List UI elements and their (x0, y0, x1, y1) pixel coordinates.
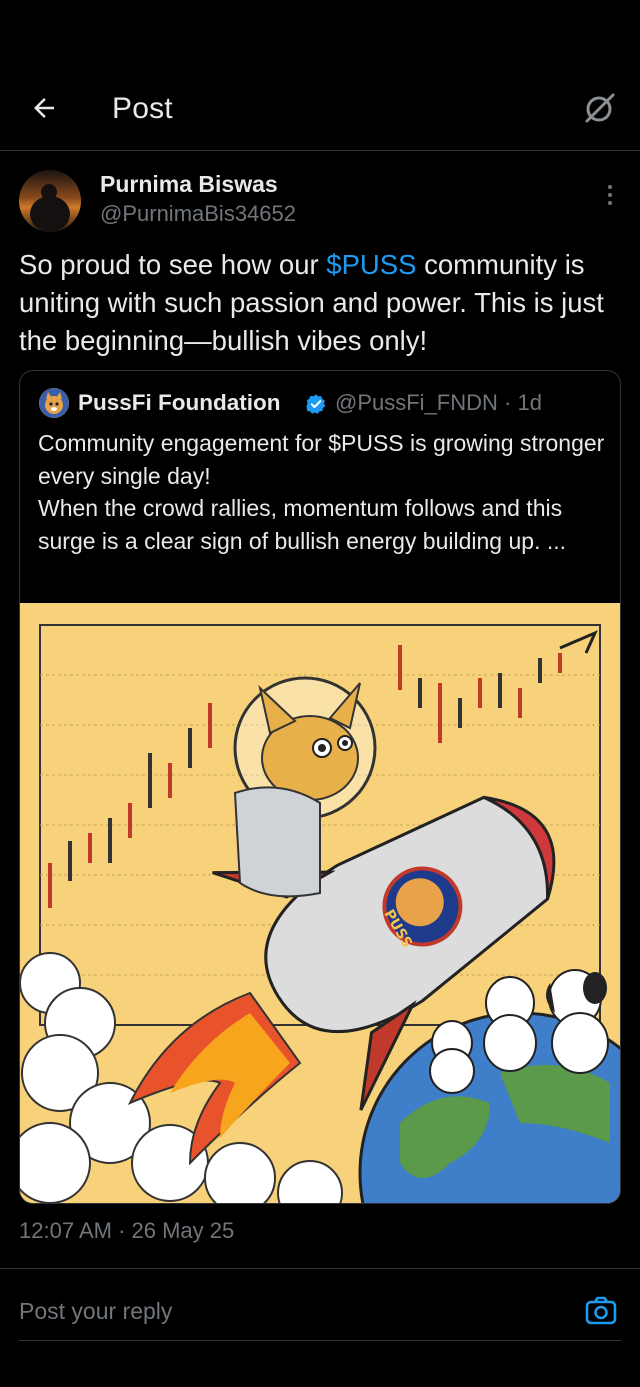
header-divider (0, 150, 640, 151)
post-detail-screen: Post Purnima Biswas @PurnimaBis34652 So … (0, 0, 640, 1387)
quoted-author-avatar (39, 388, 69, 418)
verified-badge-icon (306, 394, 326, 414)
author-handle[interactable]: @PurnimaBis34652 (100, 201, 296, 227)
quoted-post-text: Community engagement for $PUSS is growin… (38, 427, 608, 557)
more-dot-icon (608, 185, 612, 189)
author-name[interactable]: Purnima Biswas (100, 171, 278, 198)
arrow-left-icon (34, 98, 54, 118)
grok-icon (585, 93, 615, 123)
cat-avatar-icon (39, 388, 69, 418)
more-options-button[interactable] (598, 180, 622, 210)
author-avatar[interactable] (19, 170, 81, 232)
page-title: Post (112, 92, 173, 125)
quoted-text-line: Community engagement for $PUSS is growin… (38, 430, 605, 489)
rocket-cat-illustration[interactable]: PUSS (20, 603, 620, 1203)
grok-button[interactable] (580, 88, 620, 128)
camera-icon (585, 1296, 617, 1325)
post-timestamp: 12:07 AM · 26 May 25 (19, 1218, 235, 1243)
avatar-image (19, 170, 81, 232)
reply-input[interactable]: Post your reply (19, 1298, 172, 1325)
more-dot-icon (608, 193, 612, 197)
reply-underline (19, 1340, 621, 1341)
post-text-part: So proud to see how our (19, 249, 327, 280)
more-dot-icon (608, 201, 612, 205)
cashtag-link[interactable]: $PUSS (326, 249, 416, 280)
quoted-text-line: When the crowd rallies, momentum follows… (38, 495, 567, 554)
quoted-post-card[interactable]: PussFi Foundation @PussFi_FNDN · 1d Comm… (19, 370, 621, 1204)
timestamp-divider (0, 1268, 640, 1269)
camera-button[interactable] (584, 1294, 618, 1328)
post-text: So proud to see how our $PUSS community … (19, 246, 624, 360)
back-button[interactable] (26, 90, 62, 126)
quoted-author-name: PussFi Foundation (78, 390, 281, 415)
quoted-handle-and-time: @PussFi_FNDN · 1d (335, 390, 542, 415)
top-bar: Post (0, 70, 640, 150)
illustration-svg: PUSS (20, 603, 620, 1203)
